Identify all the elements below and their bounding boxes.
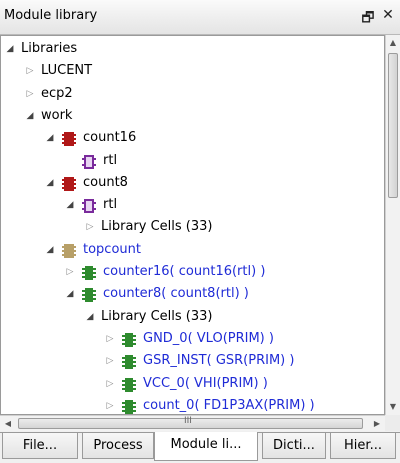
module-gold-icon — [61, 243, 77, 259]
tree-node[interactable]: ▷ GND_0( VLO(PRIM) ) — [105, 328, 381, 350]
vertical-scrollbar[interactable]: ▲ ▼ — [385, 35, 400, 415]
tree-node[interactable]: ◢ work — [25, 105, 381, 127]
tree-node-label: Library Cells (33) — [101, 219, 213, 235]
module-library-panel: Module library 🗗 ✕ ◢ Libraries ▷ LUCENT ▷ ecp… — [0, 0, 400, 463]
panel-tab-strip: File... Process Module li... Dicti... Hi… — [0, 432, 400, 463]
tree-node-label: rtl — [103, 197, 118, 213]
collapsed-arrow-icon[interactable]: ▷ — [85, 216, 95, 238]
scroll-corner — [385, 415, 400, 431]
tree-node-label: VCC_0( VHI(PRIM) ) — [143, 375, 268, 391]
tree-node[interactable]: ▷ counter16( count16(rtl) ) — [65, 261, 381, 283]
library-tree: ◢ Libraries ▷ LUCENT ▷ ecp2 ◢ work ◢ count16 rtl ◢ c… — [0, 35, 385, 415]
tree-node-label: count8 — [83, 174, 128, 190]
tree-node-label: count_0( FD1P3AX(PRIM) ) — [143, 397, 315, 413]
horizontal-scroll-thumb[interactable]: III — [18, 416, 363, 429]
panel-title: Module library — [4, 8, 98, 23]
collapsed-arrow-icon[interactable]: ▷ — [105, 395, 115, 414]
float-window-icon[interactable]: 🗗 — [360, 7, 376, 31]
module-red-icon — [61, 176, 77, 192]
tree-node-label: GSR_INST( GSR(PRIM) ) — [143, 353, 295, 369]
tree-node[interactable]: ◢ count8 — [45, 172, 381, 194]
collapsed-arrow-icon[interactable]: ▷ — [105, 328, 115, 350]
tree-node-label: counter8( count8(rtl) ) — [103, 286, 249, 302]
tree-node-label: work — [41, 107, 73, 123]
tree-node-label: GND_0( VLO(PRIM) ) — [143, 330, 274, 346]
tab-hierarchy[interactable]: Hier... — [330, 433, 396, 459]
tree-node-label: ecp2 — [41, 85, 73, 101]
collapsed-arrow-icon[interactable]: ▷ — [25, 60, 35, 82]
expanded-arrow-icon[interactable]: ◢ — [45, 239, 55, 261]
panel-titlebar: Module library 🗗 ✕ — [0, 0, 400, 35]
instance-green-icon — [121, 377, 137, 393]
tree-node[interactable]: ▷ ecp2 — [25, 83, 381, 105]
scroll-down-arrow-icon[interactable]: ▼ — [386, 399, 400, 415]
tree-node[interactable]: ▷ Library Cells (33) — [85, 216, 381, 238]
tree-node[interactable]: ▷ VCC_0( VHI(PRIM) ) — [105, 373, 381, 395]
horizontal-scrollbar[interactable]: ◀ III ▶ — [0, 415, 385, 431]
tree-node-label: counter16( count16(rtl) ) — [103, 264, 266, 279]
tree-node[interactable]: ◢ Library Cells (33) — [85, 306, 381, 328]
scroll-left-arrow-icon[interactable]: ◀ — [0, 416, 16, 432]
tree-node[interactable]: ◢ Libraries — [5, 38, 381, 60]
instance-green-icon — [121, 332, 137, 348]
scroll-right-arrow-icon[interactable]: ▶ — [369, 416, 385, 432]
scroll-up-arrow-icon[interactable]: ▲ — [386, 35, 400, 51]
tab-dictionary[interactable]: Dicti... — [262, 433, 326, 459]
tab-process[interactable]: Process — [82, 433, 154, 459]
expanded-arrow-icon[interactable]: ◢ — [85, 306, 95, 328]
architecture-purple-icon — [81, 154, 97, 170]
collapsed-arrow-icon[interactable]: ▷ — [105, 350, 115, 372]
expanded-arrow-icon[interactable]: ◢ — [25, 105, 35, 127]
close-icon[interactable]: ✕ — [380, 7, 396, 23]
tree-node[interactable]: ◢ rtl — [65, 194, 381, 216]
instance-green-icon — [81, 287, 97, 303]
tree-node[interactable]: ◢ count16 — [45, 127, 381, 149]
expanded-arrow-icon[interactable]: ◢ — [45, 172, 55, 194]
tree-node-label: rtl — [103, 152, 118, 168]
tree-node-label: topcount — [83, 241, 141, 257]
collapsed-arrow-icon[interactable]: ▷ — [65, 261, 75, 283]
vertical-scroll-thumb[interactable] — [388, 53, 398, 198]
collapsed-arrow-icon[interactable]: ▷ — [105, 373, 115, 395]
tab-file-list[interactable]: File... — [2, 433, 78, 459]
module-red-icon — [61, 131, 77, 147]
instance-green-icon — [121, 399, 137, 414]
expanded-arrow-icon[interactable]: ◢ — [45, 127, 55, 149]
tree-node-label: Library Cells (33) — [101, 308, 213, 324]
tree-node[interactable]: ◢ counter8( count8(rtl) ) — [65, 283, 381, 305]
scroll-grip: III — [184, 416, 192, 426]
tree-node[interactable]: ▷ LUCENT — [25, 60, 381, 82]
tree-node[interactable]: rtl — [65, 150, 381, 172]
tab-module-library[interactable]: Module li... — [154, 432, 258, 461]
tree-node-label: count16 — [83, 130, 137, 146]
tree-node[interactable]: ◢ topcount — [45, 239, 381, 261]
collapsed-arrow-icon[interactable]: ▷ — [25, 83, 35, 105]
expanded-arrow-icon[interactable]: ◢ — [5, 38, 15, 60]
architecture-purple-icon — [81, 198, 97, 214]
instance-green-icon — [81, 265, 97, 281]
tree-node[interactable]: ▷ GSR_INST( GSR(PRIM) ) — [105, 350, 381, 372]
instance-green-icon — [121, 354, 137, 370]
tree-node-label: LUCENT — [41, 63, 93, 79]
tree-node[interactable]: ▷ count_0( FD1P3AX(PRIM) ) — [105, 395, 381, 414]
tree-node-label: Libraries — [21, 41, 78, 56]
expanded-arrow-icon[interactable]: ◢ — [65, 194, 75, 216]
expanded-arrow-icon[interactable]: ◢ — [65, 283, 75, 305]
